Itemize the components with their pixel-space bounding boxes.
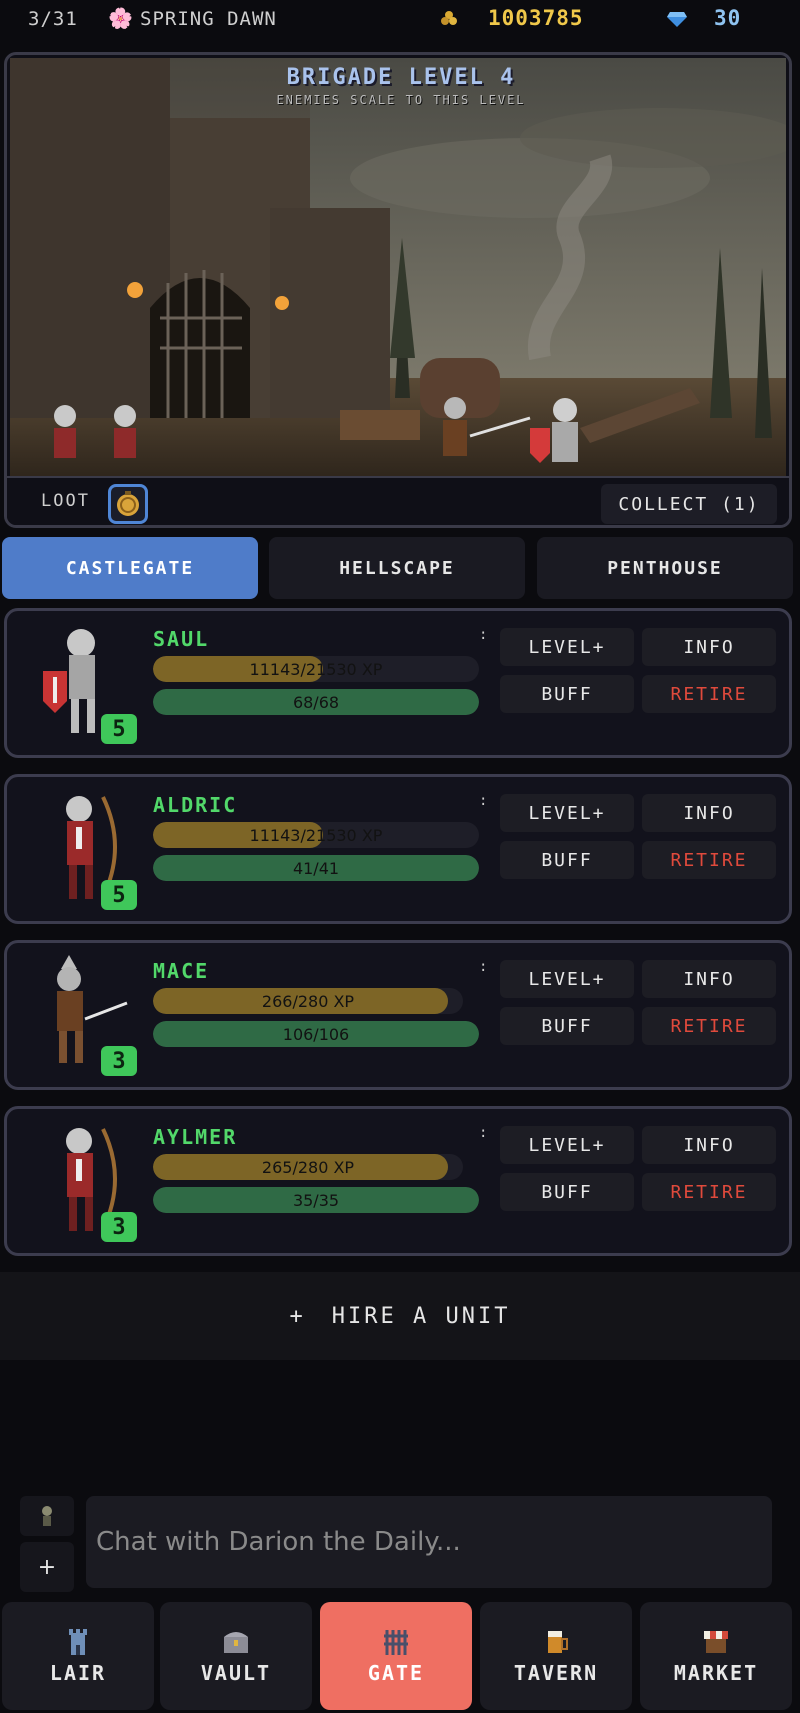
- tab-hellscape[interactable]: HELLSCAPE: [269, 537, 525, 599]
- portcullis-icon: [384, 1630, 408, 1655]
- tab-penthouse[interactable]: PENTHOUSE: [537, 537, 793, 599]
- beer-mug-icon: [548, 1631, 568, 1653]
- gem-icon: [667, 12, 687, 27]
- top-status-bar: 3/31 🌸 SPRING DAWN 1003785 30: [0, 0, 800, 46]
- unit-level-badge: 3: [101, 1212, 137, 1242]
- xp-text: 266/280 XP: [261, 991, 355, 1011]
- buff-button[interactable]: BUFF: [500, 1173, 634, 1211]
- battle-scene: [10, 58, 786, 476]
- unit-card: 3 MACE : 266/280 XP 106/106 LEVEL+ INFO …: [4, 940, 792, 1090]
- hp-text: 106/106: [282, 1024, 350, 1044]
- location-tabs: CASTLEGATE HELLSCAPE PENTHOUSE: [0, 537, 800, 599]
- retire-button[interactable]: RETIRE: [642, 675, 776, 713]
- nav-label: MARKET: [673, 1661, 759, 1685]
- tower-icon: [69, 1629, 87, 1655]
- chat-input[interactable]: [86, 1496, 772, 1588]
- loot-label: LOOT: [41, 491, 90, 511]
- unit-level-badge: 5: [101, 880, 137, 910]
- collect-loot-button[interactable]: COLLECT (1): [601, 484, 777, 524]
- gold-medal-icon: [117, 491, 139, 516]
- hp-bar: 68/68: [153, 689, 479, 715]
- info-button[interactable]: INFO: [642, 1126, 776, 1164]
- nav-label: VAULT: [200, 1661, 272, 1685]
- coins-icon: [441, 11, 457, 25]
- nav-vault[interactable]: VAULT: [160, 1602, 312, 1710]
- xp-text: 265/280 XP: [261, 1157, 355, 1177]
- buff-button[interactable]: BUFF: [500, 1007, 634, 1045]
- info-button[interactable]: INFO: [642, 628, 776, 666]
- level-up-button[interactable]: LEVEL+: [500, 794, 634, 832]
- nav-label: TAVERN: [513, 1661, 599, 1685]
- buff-button[interactable]: BUFF: [500, 841, 634, 879]
- level-up-button[interactable]: LEVEL+: [500, 960, 634, 998]
- xp-bar: 11143/21530 XP: [153, 822, 479, 848]
- unit-card: 5 SAUL : 11143/21530 XP 68/68 LEVEL+ INF…: [4, 608, 792, 758]
- brigade-scene-panel: BRIGADE LEVEL 4 ENEMIES SCALE TO THIS LE…: [4, 52, 792, 528]
- hp-bar: 41/41: [153, 855, 479, 881]
- retire-button[interactable]: RETIRE: [642, 1173, 776, 1211]
- nav-gate[interactable]: GATE: [320, 1602, 472, 1710]
- flower-icon: 🌸: [108, 6, 133, 30]
- nav-lair[interactable]: LAIR: [2, 1602, 154, 1710]
- xp-text: 11143/21530 XP: [249, 659, 383, 679]
- day-counter: 3/31: [28, 8, 78, 30]
- level-up-button[interactable]: LEVEL+: [500, 1126, 634, 1164]
- chat-attach-button[interactable]: +: [20, 1542, 74, 1592]
- level-up-button[interactable]: LEVEL+: [500, 628, 634, 666]
- unit-menu-icon[interactable]: :: [479, 1125, 487, 1141]
- loot-item-slot[interactable]: [108, 484, 148, 524]
- loot-bar: LOOT COLLECT (1): [7, 476, 789, 525]
- unit-level-badge: 5: [101, 714, 137, 744]
- gem-amount: 30: [714, 6, 742, 30]
- xp-text: 11143/21530 XP: [249, 825, 383, 845]
- plus-icon: +: [289, 1303, 306, 1329]
- season-label: SPRING DAWN: [140, 8, 277, 30]
- info-button[interactable]: INFO: [642, 960, 776, 998]
- info-button[interactable]: INFO: [642, 794, 776, 832]
- retire-button[interactable]: RETIRE: [642, 841, 776, 879]
- unit-card: 5 ALDRIC : 11143/21530 XP 41/41 LEVEL+ I…: [4, 774, 792, 924]
- hire-unit-label: HIRE A UNIT: [331, 1303, 511, 1329]
- nav-label: GATE: [367, 1661, 425, 1685]
- unit-menu-icon[interactable]: :: [479, 959, 487, 975]
- unit-menu-icon[interactable]: :: [479, 627, 487, 643]
- bottom-nav: LAIR VAULT GATE TAVERN MARKET: [0, 1602, 800, 1713]
- nav-label: LAIR: [49, 1661, 107, 1685]
- tab-castlegate[interactable]: CASTLEGATE: [2, 537, 258, 599]
- xp-bar: 266/280 XP: [153, 988, 463, 1014]
- brigade-level-title: BRIGADE LEVEL 4: [286, 65, 516, 90]
- unit-name: MACE: [153, 959, 210, 983]
- unit-level-badge: 3: [101, 1046, 137, 1076]
- brigade-level-subtitle: ENEMIES SCALE TO THIS LEVEL: [276, 93, 526, 107]
- nav-market[interactable]: MARKET: [640, 1602, 792, 1710]
- battle-scene-illustration: [10, 58, 786, 476]
- unit-name: SAUL: [153, 627, 210, 651]
- retire-button[interactable]: RETIRE: [642, 1007, 776, 1045]
- hp-text: 35/35: [292, 1190, 340, 1210]
- buff-button[interactable]: BUFF: [500, 675, 634, 713]
- xp-bar: 265/280 XP: [153, 1154, 463, 1180]
- hp-text: 68/68: [292, 692, 340, 712]
- unit-menu-icon[interactable]: :: [479, 793, 487, 809]
- unit-card: 3 AYLMER : 265/280 XP 35/35 LEVEL+ INFO …: [4, 1106, 792, 1256]
- npc-avatar-icon: [42, 1506, 52, 1526]
- chat-avatar[interactable]: [20, 1496, 74, 1536]
- xp-bar: 11143/21530 XP: [153, 656, 479, 682]
- chest-icon: [224, 1632, 248, 1653]
- unit-name: AYLMER: [153, 1125, 238, 1149]
- hp-text: 41/41: [292, 858, 340, 878]
- hire-unit-button[interactable]: + HIRE A UNIT: [0, 1272, 800, 1360]
- hp-bar: 106/106: [153, 1021, 479, 1047]
- market-stall-icon: [704, 1631, 728, 1653]
- hp-bar: 35/35: [153, 1187, 479, 1213]
- gold-amount: 1003785: [488, 6, 584, 30]
- unit-name: ALDRIC: [153, 793, 238, 817]
- nav-tavern[interactable]: TAVERN: [480, 1602, 632, 1710]
